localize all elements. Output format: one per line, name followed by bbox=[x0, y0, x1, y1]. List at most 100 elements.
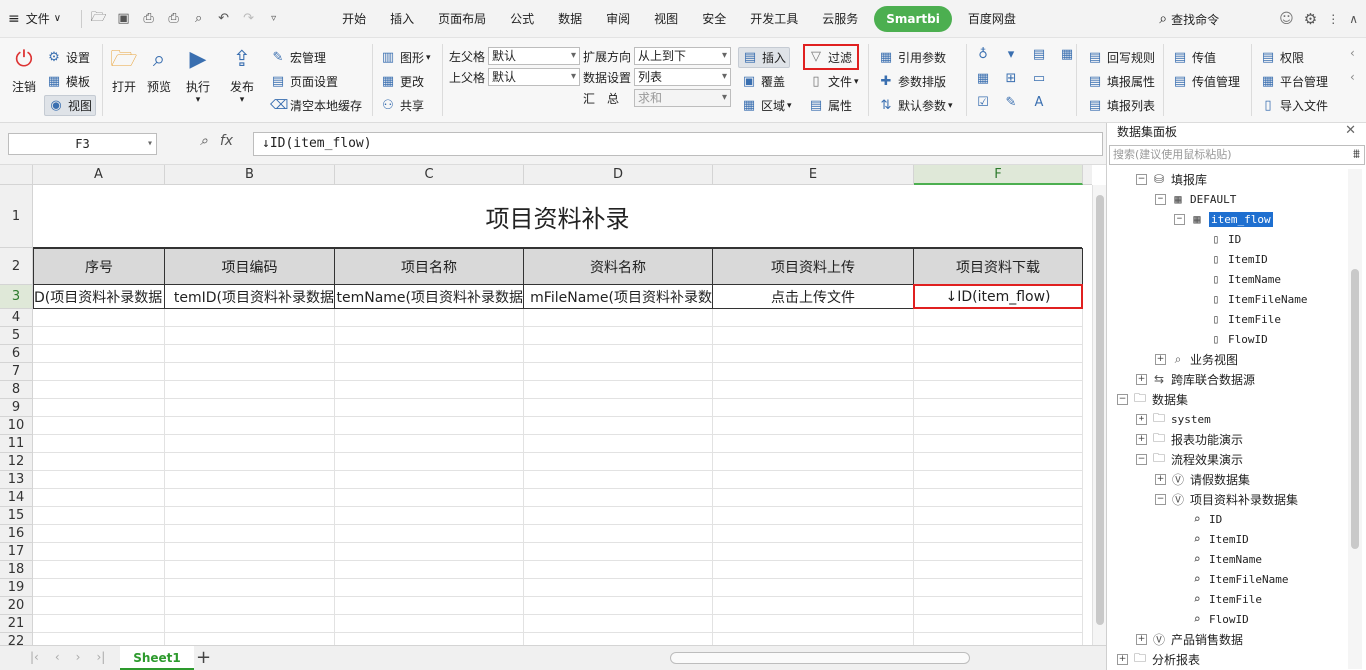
row-header-8[interactable]: 8 bbox=[0, 381, 33, 399]
cell-A18[interactable] bbox=[33, 561, 165, 579]
cell-E10[interactable] bbox=[713, 417, 914, 435]
cell-F6[interactable] bbox=[914, 345, 1083, 363]
row-header-2[interactable]: 2 bbox=[0, 248, 33, 285]
share-button[interactable]: ⚇ 共享 bbox=[380, 97, 424, 114]
cell-E20[interactable] bbox=[713, 597, 914, 615]
tree-node[interactable]: + ⌕ 业务视图 bbox=[1155, 349, 1238, 369]
cell-C10[interactable] bbox=[335, 417, 524, 435]
cell-A13[interactable] bbox=[33, 471, 165, 489]
execute-button[interactable]: ▶ 执行 ▾ bbox=[184, 46, 212, 105]
cell-F15[interactable] bbox=[914, 507, 1083, 525]
tab-8[interactable]: 开发工具 bbox=[738, 6, 810, 32]
cell-A16[interactable] bbox=[33, 525, 165, 543]
customize-icon[interactable]: ▿ bbox=[261, 6, 286, 31]
cell-B19[interactable] bbox=[165, 579, 335, 597]
feedback-icon[interactable]: ☺ bbox=[1279, 11, 1294, 27]
cell-A9[interactable] bbox=[33, 399, 165, 417]
sheet-tab-sheet1[interactable]: Sheet1 bbox=[120, 646, 194, 670]
header-cell-E[interactable]: 项目资料上传 bbox=[713, 248, 914, 285]
header-cell-F[interactable]: 项目资料下载 bbox=[914, 248, 1083, 285]
tab-1[interactable]: 插入 bbox=[378, 6, 426, 32]
cell-A12[interactable] bbox=[33, 453, 165, 471]
insert-button[interactable]: ▤ 插入 bbox=[738, 47, 791, 68]
tree-node[interactable]: − 🗀 流程效果演示 bbox=[1136, 449, 1243, 469]
cell-C9[interactable] bbox=[335, 399, 524, 417]
cell-D6[interactable] bbox=[524, 345, 713, 363]
row-header-1[interactable]: 1 bbox=[0, 185, 33, 248]
cell-A7[interactable] bbox=[33, 363, 165, 381]
cell-A11[interactable] bbox=[33, 435, 165, 453]
tree-node[interactable]: ▯ ItemFile bbox=[1193, 309, 1281, 329]
search-command[interactable]: ⌕ 查找命令 bbox=[1159, 11, 1219, 28]
cell-B10[interactable] bbox=[165, 417, 335, 435]
filter-list-icon[interactable]: ⩩ bbox=[1353, 147, 1360, 162]
print-preview-icon[interactable]: ⌕ bbox=[186, 6, 211, 31]
cell-F16[interactable] bbox=[914, 525, 1083, 543]
tab-4[interactable]: 数据 bbox=[546, 6, 594, 32]
cell-B13[interactable] bbox=[165, 471, 335, 489]
tree-node[interactable]: ⌕ ItemID bbox=[1174, 529, 1248, 549]
scroll-thumb[interactable] bbox=[1096, 195, 1104, 625]
macro-button[interactable]: ✎ 宏管理 bbox=[270, 49, 326, 66]
tree-node[interactable]: + 🗀 分析报表 bbox=[1117, 649, 1200, 669]
expand-icon[interactable]: + bbox=[1117, 653, 1128, 665]
cell-F22[interactable] bbox=[914, 633, 1083, 645]
tree-node[interactable]: − ▦ item_flow bbox=[1174, 209, 1273, 229]
row-header-13[interactable]: 13 bbox=[0, 471, 33, 489]
tab-7[interactable]: 安全 bbox=[690, 6, 738, 32]
cell-C8[interactable] bbox=[335, 381, 524, 399]
cell-A15[interactable] bbox=[33, 507, 165, 525]
open-button[interactable]: 🗁 打开 bbox=[110, 46, 138, 95]
tree-node[interactable]: ⌕ ItemName bbox=[1174, 549, 1262, 569]
top-parent-select[interactable]: 默认 bbox=[488, 68, 580, 86]
cell-F20[interactable] bbox=[914, 597, 1083, 615]
cell-B7[interactable] bbox=[165, 363, 335, 381]
cell-B16[interactable] bbox=[165, 525, 335, 543]
dropdown-control-icon[interactable]: ▾ bbox=[1003, 47, 1019, 63]
column-header-F[interactable]: F bbox=[914, 165, 1083, 185]
cell-F4[interactable] bbox=[914, 309, 1083, 327]
header-cell-D[interactable]: 资料名称 bbox=[524, 248, 713, 285]
first-sheet-icon[interactable]: |‹ bbox=[30, 650, 39, 664]
checkbox-control-icon[interactable]: ☑ bbox=[975, 95, 991, 111]
select-all-corner[interactable] bbox=[0, 165, 33, 185]
cell-F13[interactable] bbox=[914, 471, 1083, 489]
cell-B18[interactable] bbox=[165, 561, 335, 579]
template-button[interactable]: ▦ 模板 bbox=[46, 73, 90, 90]
cell-C21[interactable] bbox=[335, 615, 524, 633]
cell-A4[interactable] bbox=[33, 309, 165, 327]
cell-A19[interactable] bbox=[33, 579, 165, 597]
summary-select[interactable]: 求和 bbox=[634, 89, 731, 107]
cell-E4[interactable] bbox=[713, 309, 914, 327]
last-sheet-icon[interactable]: ›| bbox=[96, 650, 105, 664]
row-header-6[interactable]: 6 bbox=[0, 345, 33, 363]
expand-icon[interactable]: + bbox=[1136, 373, 1147, 385]
header-cell-A[interactable]: 序号 bbox=[33, 248, 165, 285]
row-header-19[interactable]: 19 bbox=[0, 579, 33, 597]
cell-F7[interactable] bbox=[914, 363, 1083, 381]
column-header-E[interactable]: E bbox=[713, 165, 914, 185]
expand-icon[interactable]: + bbox=[1136, 433, 1147, 445]
tree-node[interactable]: − 🗀 数据集 bbox=[1117, 389, 1188, 409]
cell-F19[interactable] bbox=[914, 579, 1083, 597]
cell-B20[interactable] bbox=[165, 597, 335, 615]
settings-button[interactable]: ⚙ 设置 bbox=[46, 49, 90, 66]
region-button[interactable]: ▦ 区域 ▾ bbox=[741, 97, 792, 114]
data-setting-select[interactable]: 列表 bbox=[634, 68, 731, 86]
row-header-20[interactable]: 20 bbox=[0, 597, 33, 615]
fx-icon[interactable]: fx bbox=[220, 133, 233, 149]
cell-C12[interactable] bbox=[335, 453, 524, 471]
cell-E11[interactable] bbox=[713, 435, 914, 453]
grid-control-icon[interactable]: ▦ bbox=[1059, 47, 1075, 63]
cell-D7[interactable] bbox=[524, 363, 713, 381]
row-header-14[interactable]: 14 bbox=[0, 489, 33, 507]
tab-10[interactable]: Smartbi bbox=[874, 5, 952, 32]
cell-A21[interactable] bbox=[33, 615, 165, 633]
cell-D4[interactable] bbox=[524, 309, 713, 327]
tab-9[interactable]: 云服务 bbox=[810, 6, 870, 32]
more-icon[interactable]: ⋮ bbox=[1327, 12, 1339, 26]
property-button[interactable]: ▤ 属性 bbox=[808, 97, 852, 114]
row-header-12[interactable]: 12 bbox=[0, 453, 33, 471]
row-header-15[interactable]: 15 bbox=[0, 507, 33, 525]
cell-F8[interactable] bbox=[914, 381, 1083, 399]
